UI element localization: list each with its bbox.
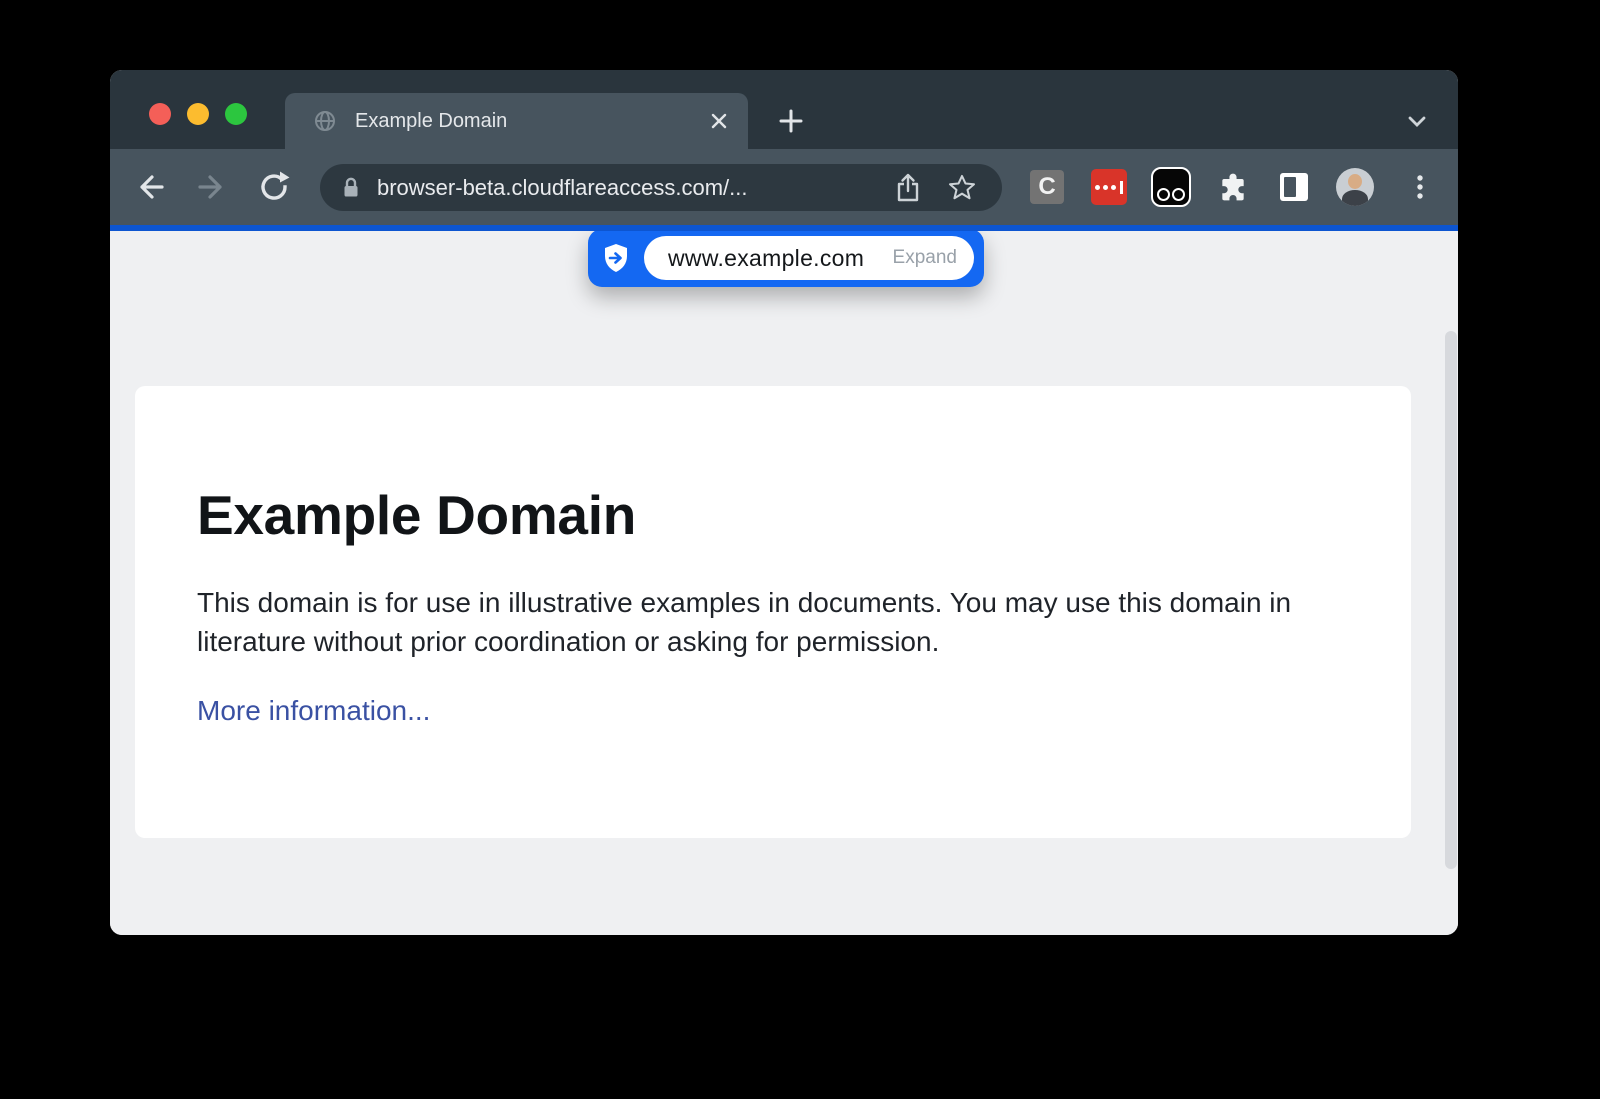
zoom-window-button[interactable] bbox=[225, 103, 247, 125]
expand-button[interactable]: Expand bbox=[893, 247, 957, 269]
back-button[interactable] bbox=[132, 169, 168, 205]
browser-toolbar: browser-beta.cloudflareaccess.com/... C bbox=[110, 149, 1458, 225]
extension-c-icon[interactable]: C bbox=[1030, 170, 1064, 204]
globe-favicon-icon bbox=[313, 109, 337, 133]
isolation-domain-pill[interactable]: www.example.com Expand bbox=[588, 231, 984, 287]
minimize-window-button[interactable] bbox=[187, 103, 209, 125]
isolation-domain-field[interactable]: www.example.com Expand bbox=[644, 236, 974, 280]
new-tab-button[interactable] bbox=[773, 103, 809, 139]
extensions-puzzle-icon[interactable] bbox=[1215, 169, 1251, 205]
shield-icon bbox=[601, 242, 631, 274]
profile-avatar[interactable] bbox=[1336, 168, 1374, 206]
forward-button[interactable] bbox=[194, 169, 230, 205]
scrollbar-thumb[interactable] bbox=[1445, 331, 1457, 869]
extension-password-manager-icon[interactable] bbox=[1091, 169, 1127, 205]
chevron-down-icon[interactable] bbox=[1399, 103, 1435, 139]
address-bar[interactable]: browser-beta.cloudflareaccess.com/... bbox=[320, 164, 1002, 211]
isolation-domain-text: www.example.com bbox=[668, 245, 893, 272]
window-controls bbox=[149, 103, 247, 125]
tab-title: Example Domain bbox=[355, 110, 708, 133]
content-card: Example Domain This domain is for use in… bbox=[135, 386, 1411, 838]
lock-icon[interactable] bbox=[340, 176, 362, 200]
url-text: browser-beta.cloudflareaccess.com/... bbox=[377, 175, 894, 201]
more-information-link[interactable]: More information... bbox=[197, 695, 430, 727]
extension-goggles-icon[interactable] bbox=[1151, 167, 1191, 207]
tab-example-domain[interactable]: Example Domain bbox=[285, 93, 748, 149]
side-panel-icon[interactable] bbox=[1280, 173, 1308, 201]
browser-window: Example Domain bbox=[110, 70, 1458, 935]
close-window-button[interactable] bbox=[149, 103, 171, 125]
page-paragraph: This domain is for use in illustrative e… bbox=[197, 583, 1341, 661]
tab-close-icon[interactable] bbox=[708, 110, 730, 132]
bookmark-star-icon[interactable] bbox=[946, 172, 978, 204]
tab-strip: Example Domain bbox=[110, 70, 1458, 149]
browser-menu-icon[interactable] bbox=[1402, 169, 1438, 205]
page-viewport: www.example.com Expand Example Domain Th… bbox=[110, 231, 1458, 935]
reload-button[interactable] bbox=[256, 169, 292, 205]
share-icon[interactable] bbox=[894, 172, 922, 204]
page-title: Example Domain bbox=[197, 483, 1341, 547]
